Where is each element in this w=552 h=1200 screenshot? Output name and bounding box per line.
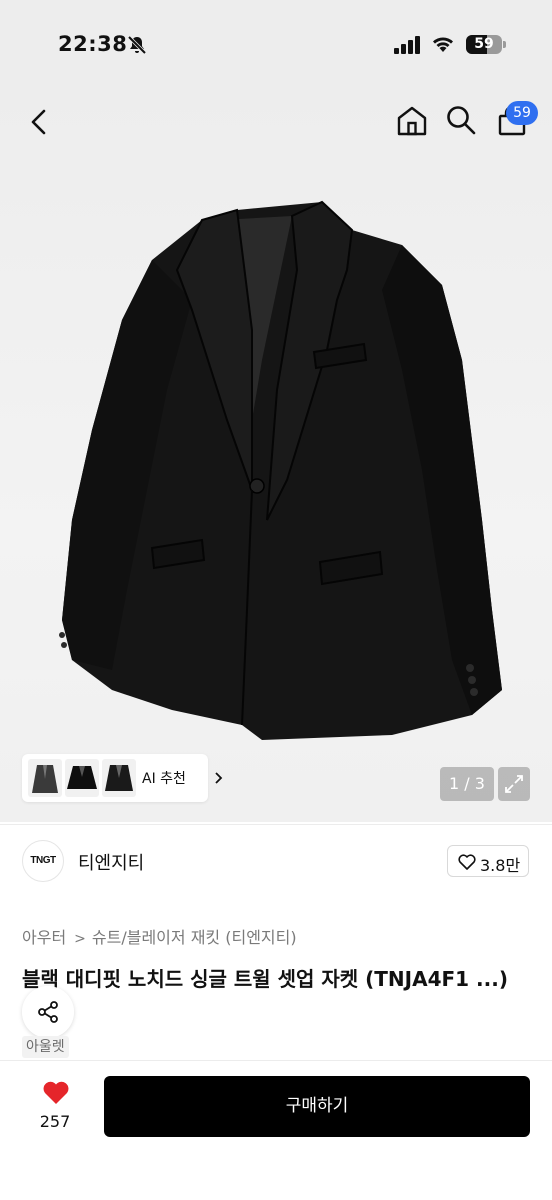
ai-recommend-button[interactable]: AI 추천: [22, 754, 223, 802]
battery-cap: [503, 41, 506, 48]
chevron-right-icon: [215, 772, 223, 784]
ai-recommend-label: AI 추천: [142, 771, 186, 787]
bell-muted-icon: [127, 35, 147, 55]
divider: [0, 824, 552, 825]
brand-logo[interactable]: TNGT: [22, 840, 64, 882]
home-icon[interactable]: [394, 103, 430, 139]
ai-thumbnail[interactable]: [102, 759, 136, 797]
breadcrumb-category[interactable]: 아우터: [22, 928, 66, 947]
outlet-tag: 아울렛: [22, 1036, 69, 1058]
share-icon: [38, 1001, 58, 1023]
heart-icon: [43, 1081, 69, 1104]
heart-outline-icon: [458, 854, 476, 870]
wifi-icon: [433, 37, 453, 52]
share-button[interactable]: [22, 986, 74, 1038]
signal-icon: [394, 36, 420, 54]
cart-badge: 59: [506, 101, 538, 125]
brand-like-count: 3.8만: [480, 856, 521, 875]
ai-thumbnail[interactable]: [28, 759, 62, 797]
breadcrumb-subcategory[interactable]: 슈트/블레이저 재킷 (티엔지티): [92, 928, 297, 947]
expand-button[interactable]: [498, 767, 530, 801]
breadcrumb: 아우터 > 슈트/블레이저 재킷 (티엔지티): [22, 924, 297, 948]
chevron-right-icon: >: [74, 931, 86, 947]
brand-name[interactable]: 티엔지티: [78, 849, 144, 875]
status-bar: 22:38 59: [0, 0, 552, 90]
image-page-indicator: 1 / 3: [440, 767, 494, 801]
battery-percent: 59: [474, 36, 494, 52]
expand-icon: [505, 775, 523, 793]
back-icon[interactable]: [22, 105, 56, 139]
battery-indicator: 59: [466, 35, 502, 54]
wish-button[interactable]: 257: [24, 1076, 86, 1138]
product-image-jacket: [59, 200, 502, 740]
status-time: 22:38: [58, 32, 128, 56]
ai-thumbnail[interactable]: [65, 759, 99, 797]
brand-like-button[interactable]: 3.8만: [447, 845, 529, 877]
wish-count: 257: [39, 1112, 71, 1131]
search-icon[interactable]: [444, 103, 478, 137]
buy-button[interactable]: 구매하기: [104, 1076, 530, 1137]
product-title: 블랙 대디핏 노치드 싱글 트윌 셋업 자켓 (TNJA4F1 ...): [22, 967, 508, 991]
